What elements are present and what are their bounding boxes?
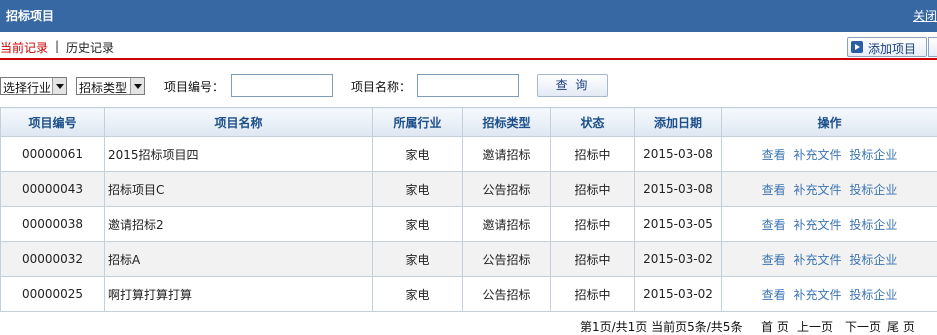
cell-industry: 家电 bbox=[372, 276, 463, 312]
bidder-companies-link[interactable]: 投标企业 bbox=[849, 253, 897, 267]
bidder-companies-link[interactable]: 投标企业 bbox=[849, 218, 897, 232]
bidder-companies-link[interactable]: 投标企业 bbox=[849, 183, 897, 197]
cell-status: 招标中 bbox=[550, 276, 635, 312]
table-row: 00000038 邀请招标2 家电 邀请招标 招标中 2015-03-05 查看… bbox=[0, 206, 937, 242]
project-name-input[interactable] bbox=[417, 74, 519, 97]
add-project-label: 添加项目 bbox=[868, 42, 917, 56]
column-header-status[interactable]: 状态 bbox=[550, 107, 635, 137]
cell-status: 招标中 bbox=[550, 136, 635, 172]
tab-history-records[interactable]: 历史记录 bbox=[66, 39, 114, 56]
cell-date: 2015-03-08 bbox=[634, 136, 722, 172]
prev-page-link[interactable]: 上一页 bbox=[797, 318, 833, 335]
column-header-code[interactable]: 项目编号 bbox=[0, 107, 105, 137]
view-link[interactable]: 查看 bbox=[762, 288, 786, 302]
pagination: 第1页/共1页 当前页5条/共5条 首 页 上一页 下一页 尾 页 bbox=[0, 315, 937, 335]
cell-actions: 查看 补充文件 投标企业 bbox=[721, 136, 937, 172]
cell-industry: 家电 bbox=[372, 241, 463, 277]
pagination-info: 第1页/共1页 当前页5条/共5条 bbox=[580, 320, 743, 334]
project-table: 项目编号 项目名称 所属行业 招标类型 状态 添加日期 操作 00000061 … bbox=[0, 107, 937, 312]
cell-actions: 查看 补充文件 投标企业 bbox=[721, 206, 937, 242]
industry-select[interactable]: 选择行业 bbox=[0, 77, 67, 95]
cell-name: 招标项目C bbox=[104, 171, 373, 207]
table-row: 00000025 啊打算打算打算 家电 公告招标 招标中 2015-03-02 … bbox=[0, 276, 937, 312]
cell-code: 00000032 bbox=[0, 241, 105, 277]
title-bar: 招标项目 关闭 bbox=[0, 0, 937, 32]
query-button[interactable]: 查 询 bbox=[537, 74, 608, 97]
cell-code: 00000061 bbox=[0, 136, 105, 172]
column-header-date[interactable]: 添加日期 bbox=[634, 107, 722, 137]
cell-date: 2015-03-05 bbox=[634, 206, 722, 242]
cell-date: 2015-03-02 bbox=[634, 241, 722, 277]
cell-industry: 家电 bbox=[372, 136, 463, 172]
view-link[interactable]: 查看 bbox=[762, 183, 786, 197]
view-link[interactable]: 查看 bbox=[762, 218, 786, 232]
tab-current-records[interactable]: 当前记录 bbox=[0, 39, 48, 56]
view-link[interactable]: 查看 bbox=[762, 253, 786, 267]
cell-actions: 查看 补充文件 投标企业 bbox=[721, 241, 937, 277]
supplement-file-link[interactable]: 补充文件 bbox=[793, 148, 841, 162]
supplement-file-link[interactable]: 补充文件 bbox=[793, 288, 841, 302]
tab-separator: | bbox=[55, 39, 60, 53]
view-link[interactable]: 查看 bbox=[762, 148, 786, 162]
page-title: 招标项目 bbox=[6, 9, 55, 23]
cell-status: 招标中 bbox=[550, 206, 635, 242]
cell-name: 邀请招标2 bbox=[104, 206, 373, 242]
cell-code: 00000025 bbox=[0, 276, 105, 312]
bidder-companies-link[interactable]: 投标企业 bbox=[849, 288, 897, 302]
column-header-actions: 操作 bbox=[721, 107, 937, 137]
dropdown-arrow-icon bbox=[130, 78, 144, 94]
cell-actions: 查看 补充文件 投标企业 bbox=[721, 171, 937, 207]
bid-type-select[interactable]: 招标类型 bbox=[76, 77, 145, 95]
column-header-type[interactable]: 招标类型 bbox=[462, 107, 551, 137]
cell-actions: 查看 补充文件 投标企业 bbox=[721, 276, 937, 312]
dropdown-arrow-icon bbox=[52, 78, 66, 94]
cell-code: 00000043 bbox=[0, 171, 105, 207]
project-code-input[interactable] bbox=[231, 74, 333, 97]
cell-type: 邀请招标 bbox=[462, 206, 551, 242]
last-page-link[interactable]: 尾 页 bbox=[887, 318, 915, 335]
overflow-button-edge[interactable] bbox=[928, 37, 937, 57]
cell-name: 2015招标项目四 bbox=[104, 136, 373, 172]
table-header-row: 项目编号 项目名称 所属行业 招标类型 状态 添加日期 操作 bbox=[0, 107, 937, 137]
add-project-button[interactable]: 添加项目 bbox=[847, 37, 927, 57]
column-header-name[interactable]: 项目名称 bbox=[104, 107, 373, 137]
next-page-link[interactable]: 下一页 bbox=[845, 318, 881, 335]
cell-type: 公告招标 bbox=[462, 171, 551, 207]
close-link[interactable]: 关闭 bbox=[913, 7, 937, 24]
project-code-label: 项目编号： bbox=[164, 80, 225, 94]
table-row: 00000043 招标项目C 家电 公告招标 招标中 2015-03-08 查看… bbox=[0, 171, 937, 207]
cell-type: 公告招标 bbox=[462, 241, 551, 277]
cell-name: 招标A bbox=[104, 241, 373, 277]
industry-select-value: 选择行业 bbox=[3, 81, 52, 95]
cell-type: 邀请招标 bbox=[462, 136, 551, 172]
first-page-link[interactable]: 首 页 bbox=[761, 318, 789, 335]
table-row: 00000032 招标A 家电 公告招标 招标中 2015-03-02 查看 补… bbox=[0, 241, 937, 277]
supplement-file-link[interactable]: 补充文件 bbox=[793, 253, 841, 267]
supplement-file-link[interactable]: 补充文件 bbox=[793, 218, 841, 232]
arrow-right-icon bbox=[851, 41, 863, 53]
bidder-companies-link[interactable]: 投标企业 bbox=[849, 148, 897, 162]
cell-code: 00000038 bbox=[0, 206, 105, 242]
cell-industry: 家电 bbox=[372, 206, 463, 242]
bid-type-select-value: 招标类型 bbox=[79, 81, 128, 95]
cell-date: 2015-03-08 bbox=[634, 171, 722, 207]
record-tabs: 当前记录 | 历史记录 bbox=[0, 32, 937, 60]
table-row: 00000061 2015招标项目四 家电 邀请招标 招标中 2015-03-0… bbox=[0, 136, 937, 172]
supplement-file-link[interactable]: 补充文件 bbox=[793, 183, 841, 197]
project-name-label: 项目名称： bbox=[351, 80, 412, 94]
cell-status: 招标中 bbox=[550, 241, 635, 277]
column-header-industry[interactable]: 所属行业 bbox=[372, 107, 463, 137]
cell-status: 招标中 bbox=[550, 171, 635, 207]
cell-name: 啊打算打算打算 bbox=[104, 276, 373, 312]
cell-date: 2015-03-02 bbox=[634, 276, 722, 312]
cell-type: 公告招标 bbox=[462, 276, 551, 312]
cell-industry: 家电 bbox=[372, 171, 463, 207]
